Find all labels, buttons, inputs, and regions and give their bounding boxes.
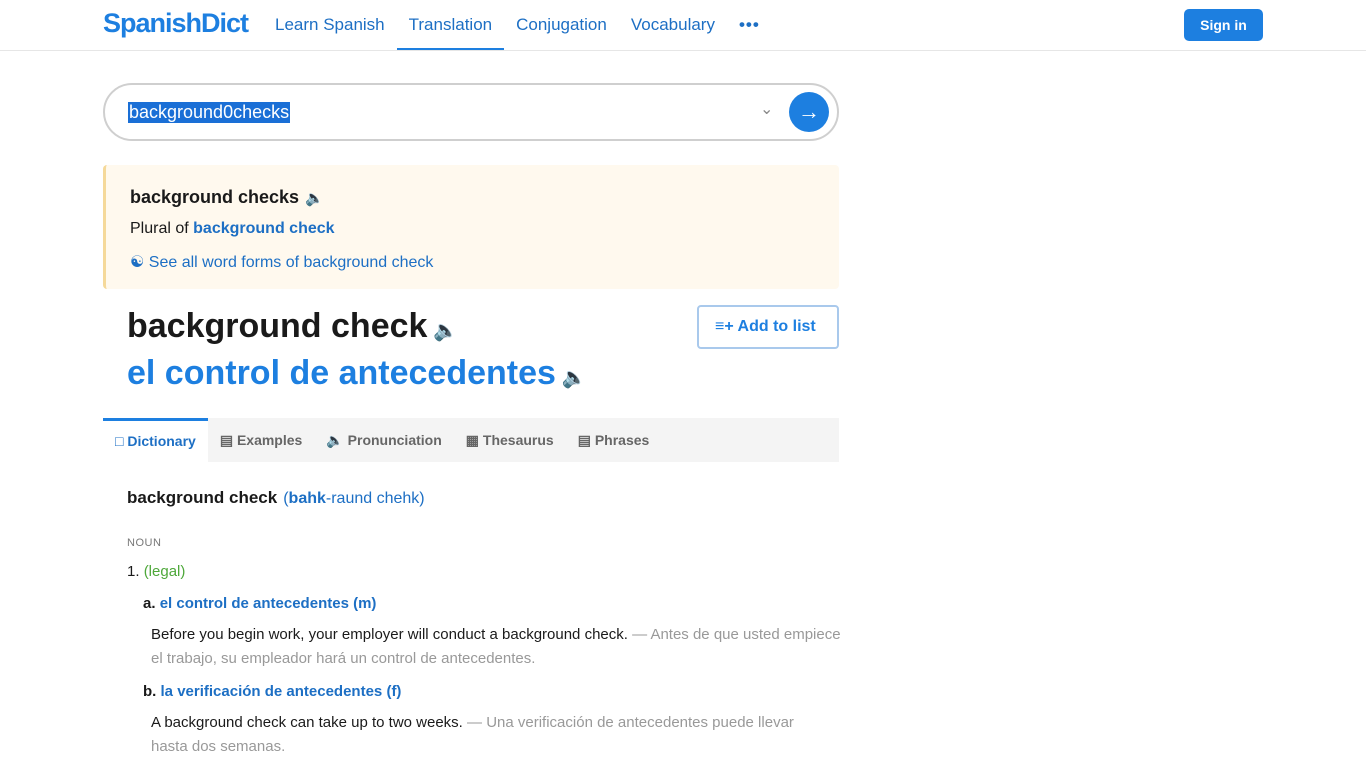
- nav-conjugation[interactable]: Conjugation: [504, 0, 619, 50]
- tab-bar: □ Dictionary ▤ Examples 🔈 Pronunciation …: [103, 418, 839, 462]
- playlist-add-icon: ≡+: [715, 318, 734, 335]
- nav-learn-spanish[interactable]: Learn Spanish: [263, 0, 397, 50]
- search-input[interactable]: background0checks: [128, 102, 291, 123]
- tab-dictionary[interactable]: □ Dictionary: [103, 418, 208, 462]
- main-nav: Learn Spanish Translation Conjugation Vo…: [263, 0, 772, 50]
- plural-link[interactable]: background check: [193, 220, 334, 237]
- search-box[interactable]: background0checks ⌄ →: [103, 83, 839, 141]
- headword-es: el control de antecedentes: [127, 354, 556, 392]
- part-of-speech: NOUN: [127, 537, 162, 549]
- word-forms-icon: ☯: [130, 254, 145, 271]
- speaker-icon[interactable]: 🔈: [433, 320, 458, 342]
- header: SpanishDict Learn Spanish Translation Co…: [0, 0, 1366, 51]
- tab-phrases[interactable]: ▤ Phrases: [566, 418, 662, 462]
- speaker-icon[interactable]: 🔈: [562, 367, 587, 389]
- book-icon: □: [115, 433, 124, 449]
- more-menu-icon[interactable]: •••: [727, 0, 772, 50]
- add-to-list-label: Add to list: [737, 318, 816, 335]
- speaker-icon: 🔈: [326, 432, 344, 448]
- example-b: A background check can take up to two we…: [151, 714, 794, 755]
- chevron-down-icon[interactable]: ⌄: [760, 99, 773, 119]
- translation-b: b. la verificación de antecedentes (f): [143, 683, 402, 700]
- example-a: Before you begin work, your employer wil…: [151, 626, 841, 667]
- add-to-list-button[interactable]: ≡+ Add to list: [697, 305, 839, 349]
- tab-pronunciation[interactable]: 🔈 Pronunciation: [314, 418, 453, 462]
- entry-headword: background check (bahk-raund chehk): [127, 488, 425, 507]
- logo[interactable]: SpanishDict: [103, 8, 249, 39]
- tab-thesaurus[interactable]: ▦ Thesaurus: [454, 418, 566, 462]
- search-submit-button[interactable]: →: [789, 92, 829, 132]
- word-form-note: background checks 🔈 Plural of background …: [103, 165, 839, 289]
- sense: 1. (legal): [127, 563, 186, 580]
- tab-examples[interactable]: ▤ Examples: [208, 418, 315, 462]
- headword-en: background check: [127, 307, 428, 345]
- plural-prefix: Plural of: [130, 220, 189, 237]
- nav-vocabulary[interactable]: Vocabulary: [619, 0, 727, 50]
- note-title: background checks: [130, 187, 300, 207]
- sign-in-button[interactable]: Sign in: [1184, 9, 1263, 41]
- open-book-icon: ▦: [465, 432, 480, 448]
- pronunciation: (bahk-raund chehk): [283, 490, 425, 507]
- speaker-icon[interactable]: 🔈: [305, 190, 324, 207]
- nav-translation[interactable]: Translation: [396, 0, 505, 50]
- chat-icon: ▤: [219, 432, 234, 448]
- translation-a: a. el control de antecedentes (m): [143, 595, 377, 612]
- word-forms-link[interactable]: See all word forms of background check: [149, 254, 434, 271]
- document-icon: ▤: [577, 432, 591, 448]
